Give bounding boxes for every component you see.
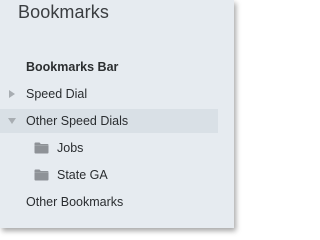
folder-icon: [34, 142, 49, 154]
tree-item-label: Jobs: [57, 141, 84, 155]
tree-item-label: Other Bookmarks: [26, 195, 124, 209]
tree-item-other-speed-dials[interactable]: Other Speed Dials: [0, 109, 218, 133]
tree-item-label: Speed Dial: [26, 87, 88, 101]
collapse-caret-icon[interactable]: [8, 118, 16, 124]
expand-caret-icon[interactable]: [9, 90, 15, 98]
panel-title: Bookmarks: [18, 2, 109, 22]
tree-item-jobs[interactable]: Jobs: [0, 136, 218, 160]
section-header-bookmarks-bar[interactable]: Bookmarks Bar: [26, 60, 118, 74]
tree-item-other-bookmarks[interactable]: Other Bookmarks: [0, 190, 218, 214]
bookmarks-panel: Bookmarks Bookmarks Bar Speed Dial Other…: [0, 0, 234, 228]
folder-icon: [34, 169, 49, 181]
tree-item-state-ga[interactable]: State GA: [0, 163, 218, 187]
tree-item-label: State GA: [57, 168, 108, 182]
tree-item-speed-dial[interactable]: Speed Dial: [0, 82, 218, 106]
tree-item-label: Other Speed Dials: [26, 114, 129, 128]
